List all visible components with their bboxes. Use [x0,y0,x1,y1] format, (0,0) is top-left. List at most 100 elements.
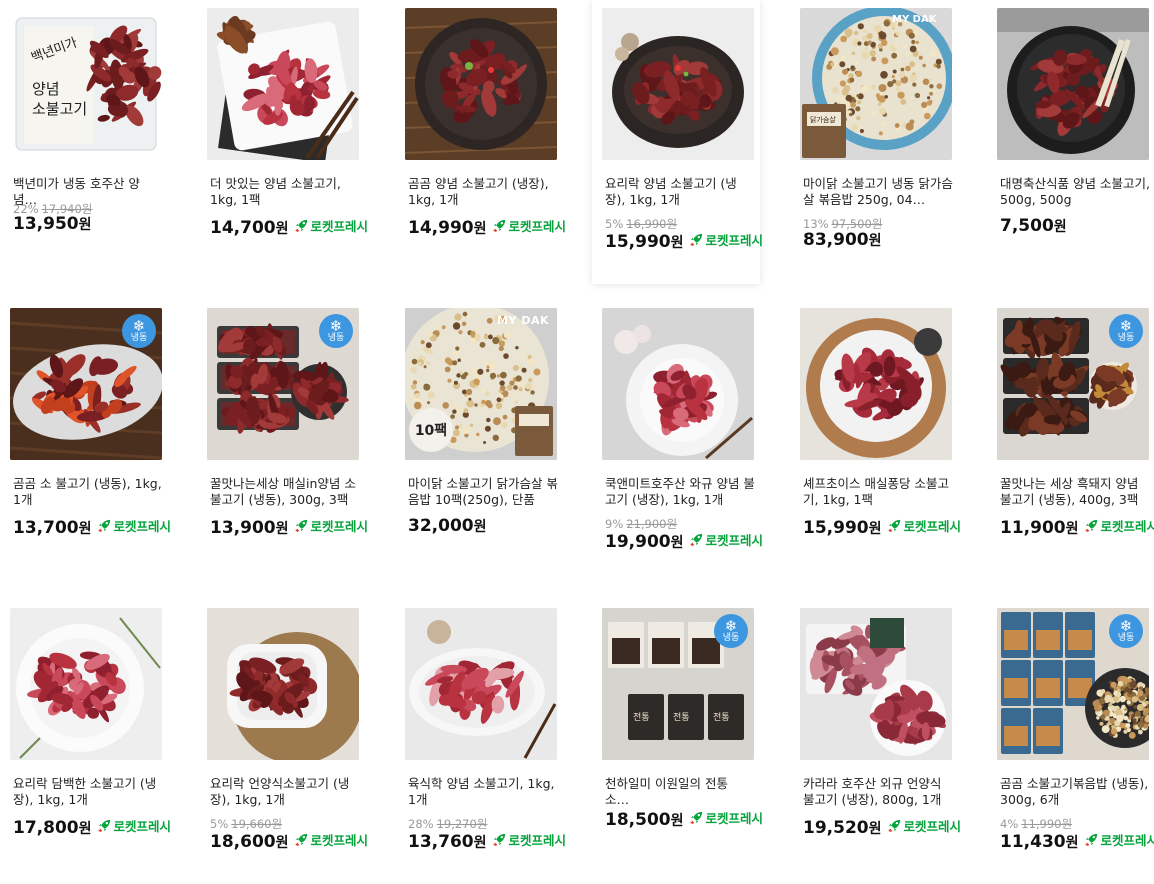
product-card[interactable]: 전통전통전통❄냉동천하일미 이원일의 전통 소…18,500원로켓프레시 [592,600,760,884]
product-card[interactable]: 셰프초이스 매실퐁당 소불고기, 1kg, 1팩15,990원로켓프레시 [790,300,958,584]
rocket-icon [492,218,507,233]
product-card[interactable]: 10팩MY DAK 마이닭 소불고기 닭가슴살 볶음밥 10팩(250g), 단품… [395,300,563,584]
price-row: 14,990원로켓프레시 [408,216,566,238]
product-image[interactable] [207,8,359,160]
rocket-icon [689,810,704,825]
price-row: 18,500원로켓프레시 [605,808,763,830]
product-name[interactable]: 곰곰 소불고기볶음밥 (냉동), 300g, 6개 [1000,776,1150,808]
product-image[interactable]: ❄냉동 [997,308,1149,460]
sale-price: 83,900 [803,230,869,250]
product-image[interactable]: 10팩MY DAK [405,308,557,460]
product-image[interactable]: 닭가슴살 MY DAK [800,8,952,160]
product-image[interactable] [10,608,162,760]
product-name[interactable]: 천하일미 이원일의 전통 소… [605,776,755,808]
product-image[interactable]: ❄냉동 [10,308,162,460]
product-image[interactable]: ❄냉동 [997,608,1149,760]
rocket-icon [887,818,902,833]
rocket-fresh-badge: 로켓프레시 [294,216,369,235]
rocket-fresh-badge: 로켓프레시 [294,516,369,535]
currency-unit: 원 [276,518,289,538]
product-name[interactable]: 꿀맛나는세상 매실in양념 소불고기 (냉동), 300g, 3팩 [210,476,360,508]
product-card[interactable]: 곰곰 양념 소불고기 (냉장), 1kg, 1개 14,990원로켓프레시 [395,0,563,284]
product-name[interactable]: 요리락 양념 소불고기 (냉장), 1kg, 1개 [605,176,755,208]
rocket-fresh-badge: 로켓프레시 [97,516,172,535]
product-card[interactable]: ❄냉동곰곰 소불고기볶음밥 (냉동), 300g, 6개4%11,990원11,… [987,600,1154,884]
currency-unit: 원 [869,518,882,538]
product-image[interactable] [405,8,557,160]
sale-price: 11,430 [1000,832,1066,852]
product-name[interactable]: 곰곰 양념 소불고기 (냉장), 1kg, 1개 [408,176,558,208]
rocket-fresh-badge: 로켓프레시 [689,530,764,549]
product-card[interactable]: 쿡앤미트호주산 와규 양념 불고기 (냉장), 1kg, 1개9%21,900원… [592,300,760,584]
product-image[interactable]: ❄냉동 [207,308,359,460]
product-image[interactable] [602,308,754,460]
product-card[interactable]: 요리락 양념 소불고기 (냉장), 1kg, 1개5%16,990원15,990… [592,0,760,284]
rocket-fresh-badge: 로켓프레시 [887,516,962,535]
product-card[interactable]: 닭가슴살 MY DAK 마이닭 소불고기 냉동 닭가슴살 볶음밥 250g, 04… [790,0,958,284]
product-name[interactable]: 카라라 호주산 외규 언양식 불고기 (냉장), 800g, 1개 [803,776,953,808]
brand-logo: MY DAK [497,314,549,327]
rocket-fresh-label: 로켓프레시 [311,830,369,849]
product-image[interactable] [800,308,952,460]
currency-unit: 원 [474,516,487,536]
discount-rate: 13% [803,217,829,231]
product-card[interactable]: 요리락 담백한 소불고기 (냉장), 1kg, 1개17,800원로켓프레시 [0,600,168,884]
product-name[interactable]: 셰프초이스 매실퐁당 소불고기, 1kg, 1팩 [803,476,953,508]
product-image[interactable] [602,8,754,160]
product-name[interactable]: 꿀맛나는 세상 흑돼지 양념 불고기 (냉동), 400g, 3팩 [1000,476,1150,508]
price-row: 13,700원로켓프레시 [13,516,171,538]
product-name[interactable]: 더 맛있는 양념 소불고기, 1kg, 1팩 [210,176,360,208]
product-name[interactable]: 곰곰 소 불고기 (냉동), 1kg, 1개 [13,476,163,508]
strikethrough-price: 21,900원 [626,517,677,531]
product-name[interactable]: 육식학 양념 소불고기, 1kg, 1개 [408,776,558,808]
product-card[interactable]: 육식학 양념 소불고기, 1kg, 1개28%19,270원13,760원로켓프… [395,600,563,884]
product-card[interactable]: 백년미가 양념 소불고기백년미가 냉동 호주산 양념…22%17,940원13,… [0,0,168,284]
product-card[interactable]: ❄냉동곰곰 소 불고기 (냉동), 1kg, 1개 13,700원로켓프레시 [0,300,168,584]
sale-price: 17,800 [13,818,79,838]
product-name[interactable]: 쿡앤미트호주산 와규 양념 불고기 (냉장), 1kg, 1개 [605,476,755,508]
sale-price: 15,990 [605,232,671,252]
sale-price: 13,900 [210,518,276,538]
currency-unit: 원 [671,532,684,552]
product-image[interactable] [800,608,952,760]
product-image[interactable] [207,608,359,760]
currency-unit: 원 [79,214,92,234]
svg-text:전통: 전통 [633,712,650,723]
price-row: 83,900원 [803,230,884,250]
rocket-fresh-badge: 로켓프레시 [97,816,172,835]
product-name[interactable]: 마이닭 소불고기 냉동 닭가슴살 볶음밥 250g, 04… [803,176,953,208]
frozen-badge-label: 냉동 [328,334,345,343]
rocket-fresh-label: 로켓프레시 [1101,516,1154,535]
frozen-badge: ❄냉동 [1109,314,1143,348]
currency-unit: 원 [276,832,289,852]
product-card[interactable]: ❄냉동꿀맛나는 세상 흑돼지 양념 불고기 (냉동), 400g, 3팩11,9… [987,300,1154,584]
product-card[interactable]: 카라라 호주산 외규 언양식 불고기 (냉장), 800g, 1개19,520원… [790,600,958,884]
frozen-badge-label: 냉동 [1118,334,1135,343]
product-image[interactable] [997,8,1149,160]
product-card[interactable]: 요리락 언양식소불고기 (냉장), 1kg, 1개5%19,660원18,600… [197,600,365,884]
product-name[interactable]: 요리락 언양식소불고기 (냉장), 1kg, 1개 [210,776,360,808]
rocket-fresh-badge: 로켓프레시 [689,230,764,249]
product-card[interactable]: 대명축산식품 양념 소불고기, 500g, 500g7,500원 [987,0,1154,284]
currency-unit: 원 [671,810,684,830]
discount-rate: 5% [605,217,623,231]
svg-text:양념: 양념 [32,80,60,98]
currency-unit: 원 [671,232,684,252]
rocket-fresh-label: 로켓프레시 [114,516,172,535]
product-name[interactable]: 요리락 담백한 소불고기 (냉장), 1kg, 1개 [13,776,163,808]
currency-unit: 원 [474,832,487,852]
sale-price: 15,990 [803,518,869,538]
discount-rate: 28% [408,817,434,831]
rocket-fresh-badge: 로켓프레시 [689,808,764,827]
currency-unit: 원 [1066,832,1079,852]
product-card[interactable]: ❄냉동꿀맛나는세상 매실in양념 소불고기 (냉동), 300g, 3팩 13,9… [197,300,365,584]
svg-text:닭가슴살: 닭가슴살 [810,115,836,124]
svg-text:소불고기: 소불고기 [32,100,87,118]
product-image[interactable]: 백년미가 양념 소불고기 [10,8,162,160]
product-image[interactable]: 전통전통전통❄냉동 [602,608,754,760]
product-image[interactable] [405,608,557,760]
product-name[interactable]: 대명축산식품 양념 소불고기, 500g, 500g [1000,176,1150,208]
product-card[interactable]: 더 맛있는 양념 소불고기, 1kg, 1팩14,700원로켓프레시 [197,0,365,284]
snowflake-icon: ❄ [725,619,738,634]
product-name[interactable]: 마이닭 소불고기 닭가슴살 볶음밥 10팩(250g), 단품 [408,476,558,508]
